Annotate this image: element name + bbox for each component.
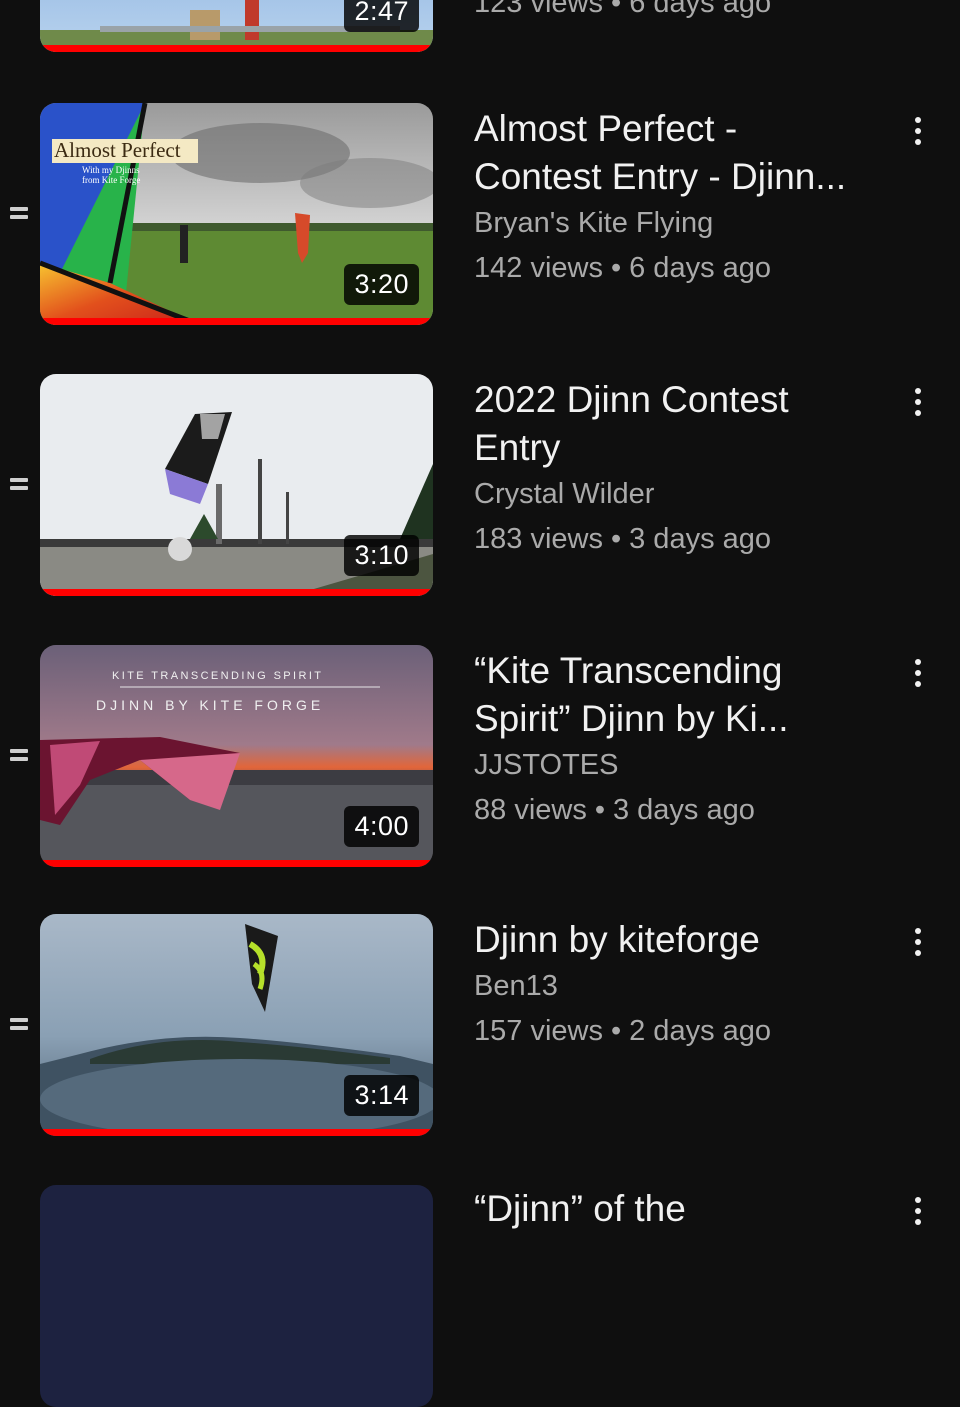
video-row[interactable]: 3:10 2022 Djinn Contest Entry Crystal Wi… [0,374,960,596]
partial-video-row-top[interactable]: 2:47 123 views • 6 days ago [0,0,960,52]
thumbnail-subtitle-1: With my Djinns [82,165,140,175]
watch-progress-bar [40,45,433,52]
video-title-line-1: Djinn by kiteforge [474,919,760,960]
video-row[interactable]: KITE TRANSCENDING SPIRIT DJINN BY KITE F… [0,645,960,867]
thumbnail-title-line-1: KITE TRANSCENDING SPIRIT [112,670,324,682]
view-count: 183 views [474,523,603,555]
more-vert-icon[interactable] [904,1189,932,1233]
channel-name[interactable]: JJSTOTES [474,743,894,787]
drag-handle-icon[interactable] [10,745,30,765]
video-thumbnail[interactable]: 2:47 [40,0,433,52]
channel-name[interactable]: Ben13 [474,964,894,1008]
video-stats: 88 views • 3 days ago [474,787,894,833]
video-stats: 142 views • 6 days ago [474,245,894,291]
separator-dot: • [594,794,605,826]
video-duration: 2:47 [344,0,419,32]
video-thumbnail[interactable]: KITE TRANSCENDING SPIRIT DJINN BY KITE F… [40,645,433,867]
video-title-line-2: Spirit” Djinn by Ki... [474,698,789,739]
video-thumbnail[interactable]: 3:14 [40,914,433,1136]
video-row[interactable]: 3:14 Djinn by kiteforge Ben13 157 views •… [0,914,960,1136]
thumbnail-title-line-2: DJINN BY KITE FORGE [96,697,325,713]
drag-handle-icon[interactable] [10,203,30,223]
drag-handle-icon[interactable] [10,1014,30,1034]
video-title[interactable]: Almost Perfect - Contest Entry - Djinn..… [474,105,894,201]
video-title[interactable]: Djinn by kiteforge [474,916,894,964]
video-title-line-1: “Kite Transcending [474,650,783,691]
video-thumbnail[interactable] [40,1185,433,1407]
channel-name[interactable]: Bryan's Kite Flying [474,201,894,245]
video-title[interactable]: “Djinn” of the [474,1185,894,1233]
video-stats: 183 views • 3 days ago [474,516,894,562]
video-title[interactable]: 2022 Djinn Contest Entry [474,376,894,472]
view-count: 88 views [474,794,587,826]
video-stats: 157 views • 2 days ago [474,1008,894,1054]
thumbnail-subtitle-2: from Kite Forge [82,175,141,185]
watch-progress-bar [40,318,433,325]
drag-handle-icon[interactable] [10,474,30,494]
video-title-line-2: Contest Entry - Djinn... [474,156,847,197]
upload-age: 6 days ago [629,252,772,284]
view-count: 142 views [474,252,603,284]
video-duration: 4:00 [344,806,419,847]
watch-progress-bar [40,860,433,867]
video-thumbnail[interactable]: Almost Perfect With my Djinns from Kite … [40,103,433,325]
channel-name[interactable]: Crystal Wilder [474,472,894,516]
upload-age: 2 days ago [629,1015,772,1047]
video-title[interactable]: “Kite Transcending Spirit” Djinn by Ki..… [474,647,894,743]
view-count: 157 views [474,1015,603,1047]
upload-age: 3 days ago [612,794,755,826]
partial-video-row-bottom[interactable]: “Djinn” of the [0,1185,960,1407]
more-vert-icon[interactable] [904,651,932,695]
more-vert-icon[interactable] [904,380,932,424]
watch-progress-bar [40,1129,433,1136]
video-stats: 123 views • 6 days ago [474,0,772,19]
separator-dot: • [610,523,622,555]
video-duration: 3:14 [344,1075,419,1116]
video-duration: 3:10 [344,535,419,576]
separator-dot: • [610,1015,622,1047]
video-duration: 3:20 [344,264,419,305]
video-row[interactable]: Almost Perfect With my Djinns from Kite … [0,103,960,325]
watch-progress-bar [40,589,433,596]
thumbnail-headline: Almost Perfect [54,138,181,162]
upload-age: 3 days ago [629,523,772,555]
separator-dot: • [610,252,622,284]
video-thumbnail[interactable]: 3:10 [40,374,433,596]
more-vert-icon[interactable] [904,109,932,153]
video-title-line-1: Almost Perfect - [474,108,738,149]
more-vert-icon[interactable] [904,920,932,964]
video-title-line-1: 2022 Djinn Contest [474,379,789,420]
video-title-line-2: Entry [474,427,561,468]
